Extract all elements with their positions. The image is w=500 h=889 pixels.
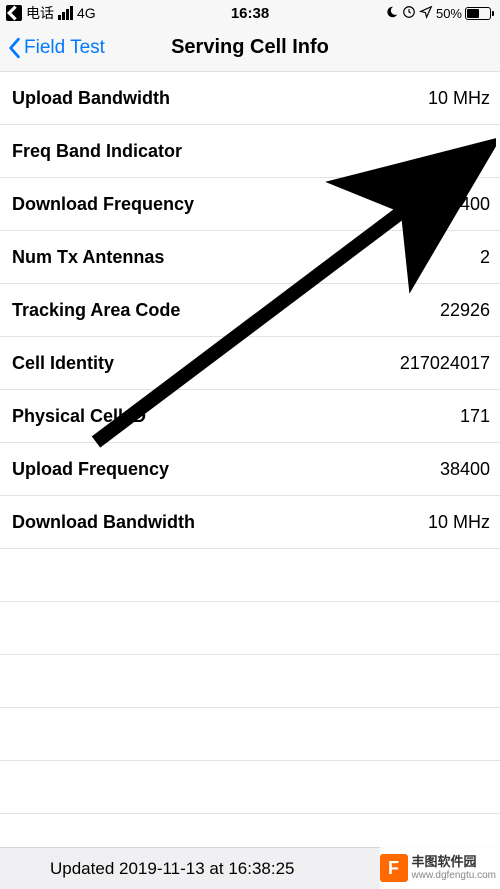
page-title: Serving Cell Info bbox=[171, 36, 329, 59]
updated-label: Updated 2019-11-13 at 16:38:25 bbox=[50, 859, 295, 879]
row-value: 217024017 bbox=[400, 353, 490, 374]
location-icon bbox=[419, 5, 433, 22]
row-value: 10 MHz bbox=[428, 88, 490, 109]
row-physical-cell-id: Physical Cell ID 171 bbox=[0, 390, 500, 443]
info-list: Upload Bandwidth 10 MHz Freq Band Indica… bbox=[0, 72, 500, 814]
dnd-moon-icon bbox=[385, 5, 399, 22]
row-freq-band-indicator: Freq Band Indicator 39 bbox=[0, 125, 500, 178]
row-label: Num Tx Antennas bbox=[12, 247, 164, 268]
carrier-label: 电话 bbox=[26, 3, 54, 23]
orientation-lock-icon bbox=[402, 5, 416, 22]
watermark-logo-icon: F bbox=[380, 854, 408, 882]
row-download-frequency: Download Frequency 38400 bbox=[0, 178, 500, 231]
empty-row bbox=[0, 602, 500, 655]
row-upload-bandwidth: Upload Bandwidth 10 MHz bbox=[0, 72, 500, 125]
status-right: 50% bbox=[385, 5, 494, 22]
row-value: 171 bbox=[460, 406, 490, 427]
row-num-tx-antennas: Num Tx Antennas 2 bbox=[0, 231, 500, 284]
empty-row bbox=[0, 549, 500, 602]
row-label: Download Frequency bbox=[12, 194, 194, 215]
empty-row bbox=[0, 708, 500, 761]
chevron-left-icon bbox=[6, 37, 22, 59]
row-label: Tracking Area Code bbox=[12, 300, 180, 321]
battery-percent: 50% bbox=[436, 6, 462, 21]
row-value: 39 bbox=[470, 141, 490, 162]
back-button[interactable]: Field Test bbox=[0, 37, 105, 59]
signal-icon bbox=[58, 6, 73, 20]
row-tracking-area-code: Tracking Area Code 22926 bbox=[0, 284, 500, 337]
row-upload-frequency: Upload Frequency 38400 bbox=[0, 443, 500, 496]
watermark-url: www.dgfengtu.com bbox=[412, 870, 497, 881]
network-label: 4G bbox=[77, 5, 96, 21]
status-left: 电话 4G bbox=[6, 3, 96, 23]
status-bar: 电话 4G 16:38 50% bbox=[0, 0, 500, 24]
empty-row bbox=[0, 761, 500, 814]
row-value: 10 MHz bbox=[428, 512, 490, 533]
row-value: 22926 bbox=[440, 300, 490, 321]
row-label: Cell Identity bbox=[12, 353, 114, 374]
back-label: Field Test bbox=[24, 37, 105, 59]
battery-icon bbox=[465, 7, 494, 20]
row-value: 38400 bbox=[440, 194, 490, 215]
row-label: Physical Cell ID bbox=[12, 406, 146, 427]
navigation-bar: Field Test Serving Cell Info bbox=[0, 24, 500, 72]
watermark: F 丰图软件园 www.dgfengtu.com bbox=[380, 847, 500, 889]
row-value: 2 bbox=[480, 247, 490, 268]
row-label: Freq Band Indicator bbox=[12, 141, 182, 162]
watermark-title: 丰图软件园 bbox=[412, 855, 497, 869]
row-label: Upload Bandwidth bbox=[12, 88, 170, 109]
row-cell-identity: Cell Identity 217024017 bbox=[0, 337, 500, 390]
row-label: Download Bandwidth bbox=[12, 512, 195, 533]
carrier-back-icon bbox=[6, 5, 22, 21]
status-time: 16:38 bbox=[231, 5, 269, 22]
empty-row bbox=[0, 655, 500, 708]
row-value: 38400 bbox=[440, 459, 490, 480]
row-label: Upload Frequency bbox=[12, 459, 169, 480]
row-download-bandwidth: Download Bandwidth 10 MHz bbox=[0, 496, 500, 549]
